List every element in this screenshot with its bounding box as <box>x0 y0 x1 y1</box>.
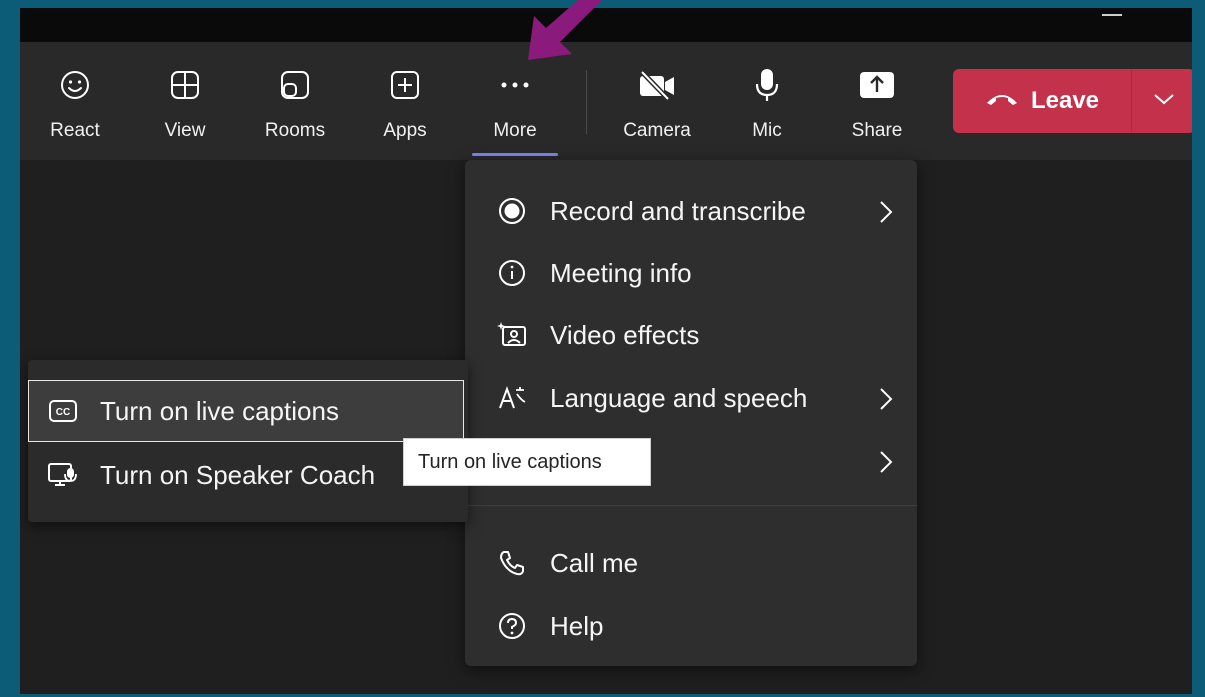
more-dots-icon <box>495 68 535 102</box>
record-icon <box>497 197 527 225</box>
submenu-item-live-captions[interactable]: CC Turn on live captions <box>28 380 464 442</box>
speaker-coach-icon <box>48 463 78 487</box>
toolbar-divider <box>586 70 587 134</box>
more-menu: Record and transcribe Meeting info Video… <box>465 160 917 666</box>
video-effects-icon <box>497 321 527 349</box>
submenu-item-label: Turn on Speaker Coach <box>100 459 376 490</box>
menu-item-label: Meeting info <box>550 257 692 288</box>
leave-label: Leave <box>1030 87 1100 114</box>
chevron-right-icon <box>879 200 893 229</box>
grid-view-icon <box>165 68 205 102</box>
menu-item-help[interactable]: Help <box>465 595 917 657</box>
menu-divider <box>465 505 917 506</box>
submenu-item-speaker-coach[interactable]: Turn on Speaker Coach <box>28 444 468 506</box>
hang-up-icon <box>985 91 1019 112</box>
menu-item-label: Help <box>550 610 604 641</box>
more-label: More <box>493 120 537 141</box>
captions-icon: CC <box>48 400 78 422</box>
svg-text:CC: CC <box>56 407 70 418</box>
help-icon <box>497 612 527 640</box>
menu-item-label: Record and transcribe <box>550 195 806 226</box>
minimize-icon[interactable] <box>1102 14 1122 16</box>
react-label: React <box>50 120 100 141</box>
menu-item-language-and-speech[interactable]: Language and speech <box>465 367 917 429</box>
info-icon <box>497 259 527 287</box>
rooms-button[interactable]: Rooms <box>250 42 340 160</box>
menu-item-meeting-info[interactable]: Meeting info <box>465 242 917 304</box>
share-label: Share <box>851 120 903 141</box>
camera-label: Camera <box>623 120 691 141</box>
leave-button[interactable]: Leave <box>953 69 1131 133</box>
tooltip: Turn on live captions <box>403 438 651 486</box>
menu-item-label: Language and speech <box>550 382 808 413</box>
annotation-arrow-icon <box>528 0 602 60</box>
leave-button-group: Leave <box>953 69 1192 133</box>
apps-button[interactable]: Apps <box>360 42 450 160</box>
view-label: View <box>164 120 206 141</box>
submenu-item-label: Turn on live captions <box>100 395 339 426</box>
chevron-right-icon <box>879 387 893 416</box>
leave-options-button[interactable] <box>1132 92 1192 111</box>
share-screen-icon <box>857 68 897 102</box>
mic-label: Mic <box>752 120 782 141</box>
chevron-right-icon <box>879 450 893 479</box>
menu-item-label: Call me <box>550 547 639 578</box>
tooltip-text: Turn on live captions <box>418 450 602 473</box>
chevron-down-icon <box>1153 92 1175 111</box>
menu-item-label: Video effects <box>550 319 700 350</box>
phone-icon <box>497 549 527 577</box>
view-button[interactable]: View <box>140 42 230 160</box>
menu-item-video-effects[interactable]: Video effects <box>465 304 917 366</box>
react-button[interactable]: React <box>30 42 120 160</box>
smiley-icon <box>55 68 95 102</box>
menu-item-record-and-transcribe[interactable]: Record and transcribe <box>465 180 917 242</box>
language-icon <box>497 384 527 412</box>
language-submenu: CC Turn on live captions Turn on Speaker… <box>28 360 468 522</box>
microphone-icon <box>747 68 787 102</box>
menu-item-call-me[interactable]: Call me <box>465 532 917 594</box>
camera-off-icon <box>637 68 677 102</box>
share-button[interactable]: Share <box>832 42 922 160</box>
teams-meeting-window: React View Rooms Apps More Camera Mic Sh… <box>20 8 1192 694</box>
add-app-icon <box>385 68 425 102</box>
apps-label: Apps <box>383 120 427 141</box>
rooms-label: Rooms <box>264 120 326 141</box>
rooms-icon <box>275 68 315 102</box>
camera-button[interactable]: Camera <box>612 42 702 160</box>
mic-button[interactable]: Mic <box>722 42 812 160</box>
